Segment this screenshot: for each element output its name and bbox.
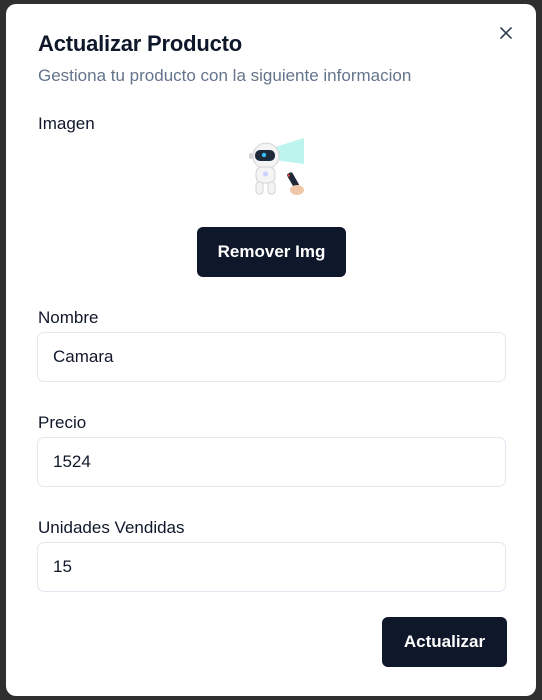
- name-input[interactable]: [37, 332, 506, 382]
- price-label: Precio: [38, 413, 87, 432]
- units-sold-label: Unidades Vendidas: [38, 518, 185, 537]
- dialog-title: Actualizar Producto: [38, 31, 243, 56]
- image-label: Imagen: [38, 114, 95, 133]
- close-icon[interactable]: [497, 24, 515, 42]
- update-button[interactable]: Actualizar: [382, 617, 507, 667]
- name-label: Nombre: [38, 308, 99, 327]
- product-image: [238, 134, 308, 204]
- price-input[interactable]: [37, 437, 506, 487]
- remove-image-button[interactable]: Remover Img: [197, 227, 346, 277]
- units-sold-input[interactable]: [37, 542, 506, 592]
- update-product-dialog: Actualizar Producto Gestiona tu producto…: [6, 4, 536, 696]
- dialog-subtitle: Gestiona tu producto con la siguiente in…: [38, 66, 412, 85]
